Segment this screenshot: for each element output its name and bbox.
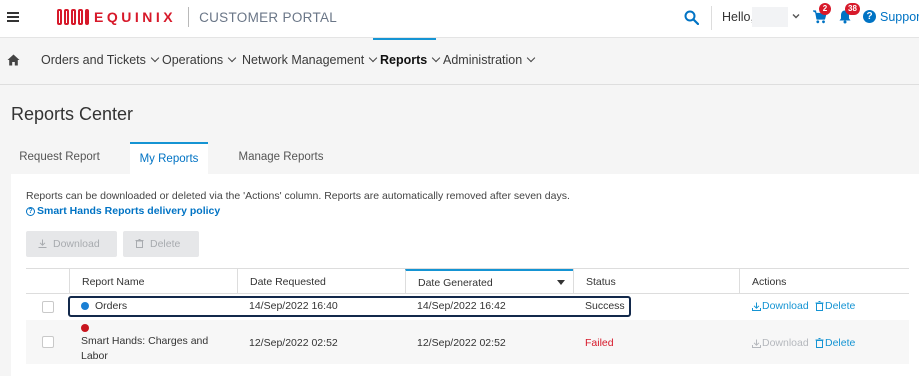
delete-button[interactable]: Delete xyxy=(123,231,199,257)
column-date-generated[interactable]: Date Generated xyxy=(405,269,573,294)
header-divider xyxy=(711,6,712,30)
nav-operations[interactable]: Operations xyxy=(162,53,237,67)
portal-name: CUSTOMER PORTAL xyxy=(199,9,338,25)
equinix-logo[interactable]: EQUINIX CUSTOMER PORTAL xyxy=(57,7,337,27)
download-icon xyxy=(752,339,761,348)
user-name-redacted[interactable] xyxy=(752,7,788,27)
row-highlight-outline xyxy=(68,296,631,317)
trash-icon xyxy=(815,338,824,348)
logo-mark-icon xyxy=(57,8,91,26)
status-cell: Failed xyxy=(585,337,614,349)
row-checkbox[interactable] xyxy=(42,336,54,348)
nav-active-indicator xyxy=(373,38,436,40)
tab-manage-reports[interactable]: Manage Reports xyxy=(228,142,334,174)
menu-icon[interactable] xyxy=(7,12,19,22)
trash-icon xyxy=(815,301,824,311)
row-checkbox[interactable] xyxy=(42,301,54,313)
chevron-down-icon[interactable] xyxy=(791,11,801,21)
sort-desc-icon[interactable] xyxy=(557,280,565,285)
top-header: EQUINIX CUSTOMER PORTAL Hello, 2 38 ? Su… xyxy=(0,0,919,38)
nav-network-management[interactable]: Network Management xyxy=(242,53,378,67)
nav-reports[interactable]: Reports xyxy=(380,53,441,67)
brand-name: EQUINIX xyxy=(94,9,177,25)
row-download-link: Download xyxy=(752,337,809,349)
row-download-link[interactable]: Download xyxy=(752,300,809,312)
date-generated-cell: 12/Sep/2022 02:52 xyxy=(417,337,506,349)
table-header: Report Name Date Requested Date Generate… xyxy=(26,268,909,294)
status-dot-icon xyxy=(81,324,89,332)
page-title: Reports Center xyxy=(11,104,134,124)
table-row[interactable]: Smart Hands: Charges and Labor 12/Sep/20… xyxy=(26,320,909,364)
trash-icon xyxy=(135,239,144,248)
chevron-down-icon xyxy=(369,53,378,63)
download-icon xyxy=(752,302,761,311)
report-name-cell: Smart Hands: Charges and Labor xyxy=(81,335,209,362)
chevron-down-icon xyxy=(431,53,441,63)
row-delete-link[interactable]: Delete xyxy=(815,337,855,349)
chevron-down-icon xyxy=(227,53,237,63)
download-button[interactable]: Download xyxy=(26,231,117,257)
download-icon xyxy=(38,239,47,248)
column-status[interactable]: Status xyxy=(573,269,739,294)
info-text: Reports can be downloaded or deleted via… xyxy=(26,190,570,202)
select-all-column xyxy=(26,269,69,294)
home-icon[interactable] xyxy=(7,54,20,66)
search-icon[interactable] xyxy=(684,10,699,25)
nav-orders-and-tickets[interactable]: Orders and Tickets xyxy=(41,53,160,67)
support-link[interactable]: Support xyxy=(880,10,919,24)
logo-divider xyxy=(188,7,190,27)
column-actions: Actions xyxy=(739,269,909,294)
reports-table: Report Name Date Requested Date Generate… xyxy=(26,268,909,368)
main-nav: Orders and Tickets Operations Network Ma… xyxy=(0,38,919,85)
date-requested-cell: 12/Sep/2022 02:52 xyxy=(249,337,338,349)
tab-request-report[interactable]: Request Report xyxy=(11,142,108,174)
tab-my-reports[interactable]: My Reports xyxy=(130,142,208,174)
greeting: Hello, xyxy=(722,10,754,24)
cart-count-badge: 2 xyxy=(819,3,831,15)
column-report-name[interactable]: Report Name xyxy=(69,269,237,294)
notification-count-badge: 38 xyxy=(845,3,860,15)
chevron-down-icon xyxy=(150,53,160,63)
column-date-requested[interactable]: Date Requested xyxy=(237,269,405,294)
nav-administration[interactable]: Administration xyxy=(443,53,536,67)
help-icon[interactable]: ? xyxy=(863,10,876,23)
question-circle-icon: ? xyxy=(26,206,35,216)
policy-link[interactable]: ? Smart Hands Reports delivery policy xyxy=(26,205,220,217)
chevron-down-icon xyxy=(526,53,536,63)
row-delete-link[interactable]: Delete xyxy=(815,300,855,312)
